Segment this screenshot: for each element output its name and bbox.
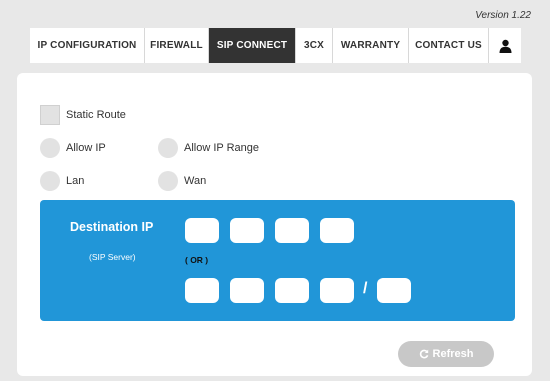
lan-label: Lan xyxy=(66,175,85,187)
range-octet-4[interactable] xyxy=(320,278,354,303)
refresh-button[interactable]: Refresh xyxy=(398,341,494,367)
static-route-option[interactable]: Static Route xyxy=(40,105,126,125)
ip-octet-3[interactable] xyxy=(275,218,309,243)
tab-sip-connect[interactable]: SIP CONNECT xyxy=(209,28,296,63)
allow-ip-radio[interactable] xyxy=(40,138,60,158)
allow-ip-range-option[interactable]: Allow IP Range xyxy=(158,138,259,158)
allow-ip-range-label: Allow IP Range xyxy=(184,142,260,154)
lan-radio[interactable] xyxy=(40,171,60,191)
static-route-label: Static Route xyxy=(66,109,126,121)
refresh-label: Refresh xyxy=(432,348,474,360)
user-button[interactable] xyxy=(489,28,521,63)
range-octet-3[interactable] xyxy=(275,278,309,303)
subnet-mask-input[interactable] xyxy=(377,278,411,303)
top-nav: IP CONFIGURATION FIREWALL SIP CONNECT 3C… xyxy=(30,28,521,63)
wan-option[interactable]: Wan xyxy=(158,171,206,191)
destination-ip-subtitle: (SIP Server) xyxy=(89,252,136,262)
version-label: Version 1.22 xyxy=(475,10,531,21)
tab-3cx[interactable]: 3CX xyxy=(296,28,333,63)
tab-contact-us[interactable]: CONTACT US xyxy=(409,28,489,63)
sip-connect-panel: Static Route Allow IP Allow IP Range Lan… xyxy=(17,73,532,376)
ip-octet-1[interactable] xyxy=(185,218,219,243)
ip-octet-4[interactable] xyxy=(320,218,354,243)
range-octet-2[interactable] xyxy=(230,278,264,303)
slash-separator: / xyxy=(363,280,368,297)
wan-radio[interactable] xyxy=(158,171,178,191)
allow-ip-range-radio[interactable] xyxy=(158,138,178,158)
or-label: ( OR ) xyxy=(185,255,209,265)
tab-warranty[interactable]: WARRANTY xyxy=(333,28,409,63)
allow-ip-label: Allow IP xyxy=(66,142,106,154)
static-route-checkbox[interactable] xyxy=(40,105,60,125)
allow-ip-option[interactable]: Allow IP xyxy=(40,138,106,158)
destination-ip-title: Destination IP xyxy=(70,220,154,234)
user-icon xyxy=(499,39,511,53)
tab-firewall[interactable]: FIREWALL xyxy=(145,28,209,63)
destination-ip-box: Destination IP (SIP Server) ( OR ) / xyxy=(40,200,515,321)
lan-option[interactable]: Lan xyxy=(40,171,84,191)
wan-label: Wan xyxy=(184,175,207,187)
refresh-icon xyxy=(419,349,428,359)
range-octet-1[interactable] xyxy=(185,278,219,303)
tab-ip-configuration[interactable]: IP CONFIGURATION xyxy=(30,28,145,63)
ip-octet-2[interactable] xyxy=(230,218,264,243)
